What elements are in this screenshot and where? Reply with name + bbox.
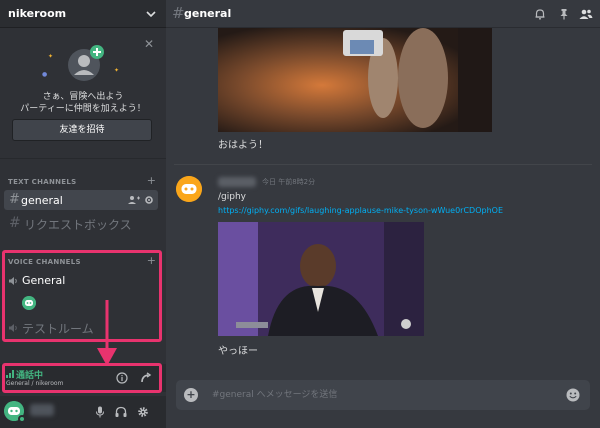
sparkle-icon: ● [42, 71, 48, 78]
add-text-channel-icon[interactable]: + [147, 174, 156, 187]
message-link[interactable]: https://giphy.com/gifs/laughing-applause… [218, 206, 503, 215]
message-text: おはよう！ [218, 140, 268, 151]
divider [0, 158, 166, 159]
channel-name: リクエストボックス [24, 218, 132, 232]
channel-name: general [21, 194, 63, 207]
user-panel [0, 396, 166, 428]
invite-friends-button[interactable]: 友達を招待 [12, 119, 152, 141]
upload-plus-icon[interactable]: + [184, 388, 198, 402]
message-divider [174, 164, 592, 165]
channel-settings-icons[interactable] [128, 195, 154, 205]
channel-sidebar: nikeroom ✕ ✦ ✦ ● さぁ、冒険へ出よう パーティーに仲間を加えよう… [0, 0, 166, 428]
message-text: やっほー [218, 346, 258, 357]
hash-icon: # [172, 4, 185, 22]
channel-item-general[interactable]: # general [4, 190, 158, 210]
sparkle-icon: ✦ [48, 53, 54, 60]
text-channels-category[interactable]: TEXT CHANNELS [8, 178, 76, 186]
annotation-arrow-icon [97, 300, 117, 366]
invite-card: ✕ ✦ ✦ ● さぁ、冒険へ出よう パーティーに仲間を加えよう！ 友達を招待 [4, 33, 162, 144]
microphone-icon[interactable] [94, 406, 106, 418]
channel-title: general [184, 7, 232, 20]
channel-item-request-box[interactable]: # リクエストボックス [4, 214, 158, 234]
add-friend-illustration-icon [68, 45, 104, 81]
message-text: /giphy [218, 192, 246, 202]
message-gif[interactable] [218, 222, 424, 336]
close-icon[interactable]: ✕ [144, 37, 154, 51]
user-name-redacted [30, 404, 54, 416]
hash-icon: # [9, 215, 21, 231]
chat-main: # general おはよう！ 今日 午前8時2分 /giphy https:/… [166, 0, 600, 428]
sparkle-icon: ✦ [114, 67, 120, 74]
channel-header: # general [166, 0, 600, 28]
members-icon[interactable] [579, 8, 593, 20]
highlight-box-voice-channels [2, 250, 162, 342]
user-avatar[interactable] [176, 176, 202, 202]
message-photo[interactable] [218, 28, 492, 132]
highlight-box-voice-status [2, 363, 162, 393]
message-input[interactable] [212, 380, 552, 410]
invite-message-line2: パーティーに仲間を加えよう！ [20, 104, 146, 114]
server-header[interactable]: nikeroom [0, 0, 166, 28]
chevron-down-icon[interactable] [145, 8, 157, 20]
message-composer: + [176, 380, 590, 410]
online-status-dot [18, 415, 26, 423]
server-name: nikeroom [8, 7, 67, 20]
message-timestamp: 今日 午前8時2分 [262, 178, 316, 186]
pin-icon[interactable] [558, 8, 570, 20]
message-author-redacted[interactable] [218, 177, 256, 187]
bell-icon[interactable] [534, 8, 546, 20]
gear-icon[interactable] [137, 406, 149, 418]
emoji-icon[interactable] [566, 388, 580, 402]
headset-icon[interactable] [115, 406, 127, 418]
hash-icon: # [9, 192, 20, 207]
